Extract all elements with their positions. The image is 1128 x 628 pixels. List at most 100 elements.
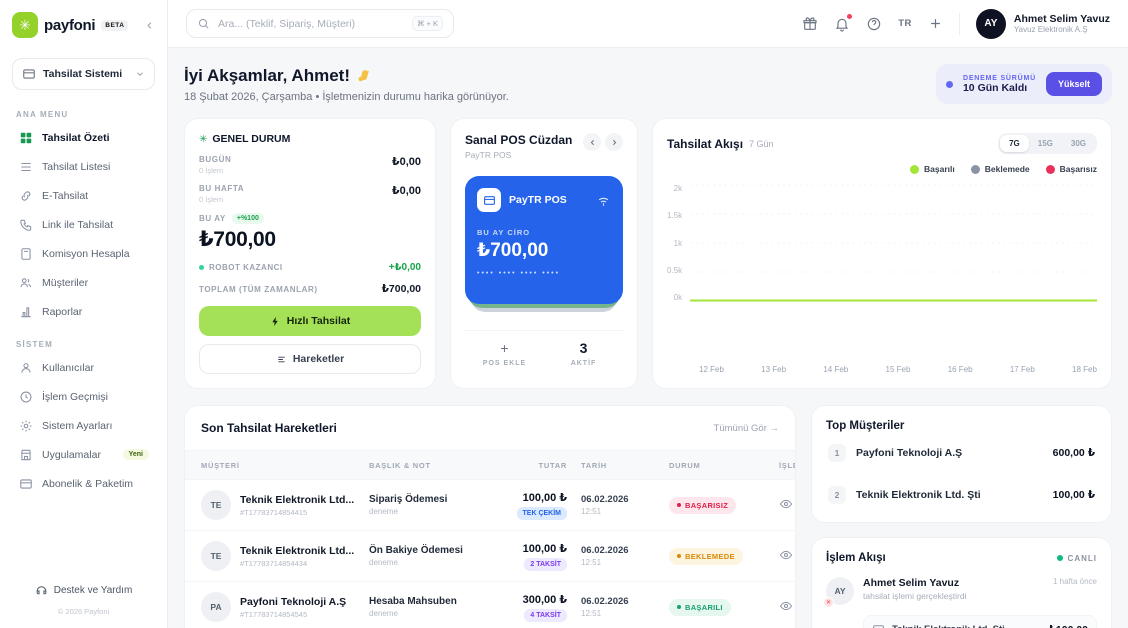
date: 06.02.2026: [581, 494, 669, 505]
top-customers-title: Top Müşteriler: [826, 420, 1097, 432]
wallet-icon: [22, 67, 36, 81]
installment-badge: TEK ÇEKİM: [517, 507, 568, 520]
chart-title: Tahsilat Akışı: [667, 137, 743, 151]
sidebar-item-label: Raporlar: [42, 306, 82, 318]
search-input[interactable]: [218, 18, 404, 30]
beta-badge: BETA: [101, 20, 128, 31]
range-tabs: 7G 15G 30G: [998, 133, 1097, 154]
movements-button[interactable]: Hareketler: [199, 344, 421, 374]
genel-durum-title: ✳ GENEL DURUM: [199, 133, 421, 145]
sidebar-item-abonelik-paketim[interactable]: Abonelik & Paketim: [12, 469, 155, 498]
sidebar-item-komisyon-hesapla[interactable]: Komisyon Hesapla: [12, 239, 155, 268]
tab-7g[interactable]: 7G: [1000, 135, 1029, 152]
sidebar-item-e-tahsilat[interactable]: E-Tahsilat: [12, 181, 155, 210]
stat-value: ₺0,00: [392, 155, 421, 168]
bar-chart-icon: [18, 304, 33, 319]
payfoni-logo-icon[interactable]: ✳: [12, 12, 38, 38]
eye-icon: [779, 497, 793, 511]
sidebar-item-label: Komisyon Hesapla: [42, 248, 130, 260]
ciro-value: ₺700,00: [477, 239, 611, 262]
pos-next-button[interactable]: [605, 133, 623, 151]
storefront-icon: [18, 447, 33, 462]
date: 06.02.2026: [581, 545, 669, 556]
pos-add-label: POS EKLE: [465, 360, 544, 367]
support-link[interactable]: Destek ve Yardım: [12, 578, 155, 603]
sidebar-item-kullanicilar[interactable]: Kullanıcılar: [12, 353, 155, 382]
sidebar-item-link-ile-tahsilat[interactable]: Link ile Tahsilat: [12, 210, 155, 239]
sidebar-item-label: E-Tahsilat: [42, 190, 88, 202]
search-box[interactable]: ⌘ + K: [186, 9, 454, 38]
help-button[interactable]: [866, 16, 882, 32]
live-badge: CANLI: [1057, 554, 1097, 563]
customer-amount: 100,00 ₺: [1053, 489, 1095, 501]
sidebar-item-islem-gecmisi[interactable]: İşlem Geçmişi: [12, 382, 155, 411]
status-badge: BEKLEMEDE: [669, 548, 743, 565]
gift-button[interactable]: [802, 16, 818, 32]
clock-icon: [18, 389, 33, 404]
upgrade-button[interactable]: Yükselt: [1046, 72, 1102, 96]
main-content: İyi Akşamlar, Ahmet! 18 Şubat 2026, Çarş…: [168, 48, 1128, 628]
sidebar-item-tahsilat-ozeti[interactable]: Tahsilat Özeti: [12, 123, 155, 152]
workspace-selector[interactable]: Tahsilat Sistemi: [12, 58, 155, 90]
pos-prev-button[interactable]: [583, 133, 601, 151]
pos-card-stack[interactable]: PayTR POS BU AY CİRO ₺700,00 •••• •••• •…: [465, 176, 623, 304]
add-button[interactable]: [928, 16, 943, 31]
topbar: ⌘ + K TR AY: [168, 0, 1128, 48]
month-total: ₺700,00: [199, 227, 421, 252]
credit-card-icon: [18, 476, 33, 491]
transaction-ref: #T17783714854434: [240, 559, 354, 568]
top-customer-row[interactable]: 1 Payfoni Teknoloji A.Ş 600,00 ₺: [826, 432, 1097, 466]
sidebar-item-musteriler[interactable]: Müşteriler: [12, 268, 155, 297]
support-label: Destek ve Yardım: [54, 585, 133, 596]
sidebar-collapse-button[interactable]: [144, 20, 155, 31]
top-customer-row[interactable]: 2 Teknik Elektronik Ltd. Şti 100,00 ₺: [826, 474, 1097, 508]
stat-today: BUGÜN 0 İşlem ₺0,00: [199, 155, 421, 175]
pos-active-count: 3: [544, 341, 623, 355]
customer-name: Teknik Elektronik Ltd...: [240, 494, 354, 506]
users-icon: [18, 275, 33, 290]
top-customers-card: Top Müşteriler 1 Payfoni Teknoloji A.Ş 6…: [811, 405, 1112, 523]
pos-add-button[interactable]: + POS EKLE: [465, 341, 544, 367]
tab-30g[interactable]: 30G: [1062, 135, 1095, 152]
payment-note: deneme: [369, 558, 509, 567]
sidebar-item-label: Tahsilat Listesi: [42, 161, 110, 173]
target-customer: Teknik Elektronik Ltd. Şti: [892, 624, 1005, 628]
list-icon: [276, 354, 287, 365]
table-row[interactable]: TE Teknik Elektronik Ltd... #T1778371485…: [185, 531, 795, 582]
tab-15g[interactable]: 15G: [1029, 135, 1062, 152]
search-icon: [197, 17, 210, 30]
table-row[interactable]: PA Payfoni Teknoloji A.Ş #T1778371485454…: [185, 582, 795, 628]
table-row[interactable]: TE Teknik Elektronik Ltd... #T1778371485…: [185, 480, 795, 531]
amount: 100,00 ₺: [509, 491, 567, 504]
language-switcher[interactable]: TR: [898, 18, 912, 29]
quick-collect-button[interactable]: Hızlı Tahsilat: [199, 306, 421, 336]
headset-icon: [35, 584, 48, 597]
sidebar: ✳ payfoni BETA Tahsilat Sistemi ANA MENU…: [0, 0, 168, 628]
activity-target-row[interactable]: Teknik Elektronik Ltd. Şti ₺100,00: [863, 615, 1097, 628]
trial-dot-icon: [946, 81, 953, 88]
search-shortcut: ⌘ + K: [412, 16, 443, 31]
ciro-label: BU AY CİRO: [477, 228, 611, 237]
help-icon: [866, 16, 882, 32]
sidebar-item-uygulamalar[interactable]: Uygulamalar Yeni: [12, 440, 155, 469]
green-dot-icon: [199, 265, 204, 270]
link-icon: [18, 188, 33, 203]
view-transaction-button[interactable]: [779, 497, 793, 511]
sidebar-item-sistem-ayarlari[interactable]: Sistem Ayarları: [12, 411, 155, 440]
sidebar-footer: Destek ve Yardım © 2026 Payfoni: [12, 578, 155, 618]
view-all-link[interactable]: Tümünü Gör →: [714, 423, 779, 434]
view-transaction-button[interactable]: [779, 599, 793, 613]
view-transaction-button[interactable]: [779, 548, 793, 562]
sidebar-item-tahsilat-listesi[interactable]: Tahsilat Listesi: [12, 152, 155, 181]
plus-icon: +: [465, 341, 544, 355]
activity-item[interactable]: AY✕ Ahmet Selim Yavuz tahsilat işlemi ge…: [826, 577, 1097, 605]
user-menu[interactable]: AY Ahmet Selim Yavuz Yavuz Elektronik A.…: [976, 9, 1110, 39]
stat-sub: 0 İşlem: [199, 195, 244, 204]
notifications-button[interactable]: [834, 16, 850, 32]
chevron-left-icon: [144, 20, 155, 31]
customer-name: Teknik Elektronik Ltd. Şti: [856, 489, 981, 501]
sidebar-item-raporlar[interactable]: Raporlar: [12, 297, 155, 326]
time: 12:51: [581, 609, 669, 618]
trial-label: DENEME SÜRÜMÜ: [963, 75, 1036, 82]
target-amount: ₺100,00: [1049, 624, 1088, 628]
